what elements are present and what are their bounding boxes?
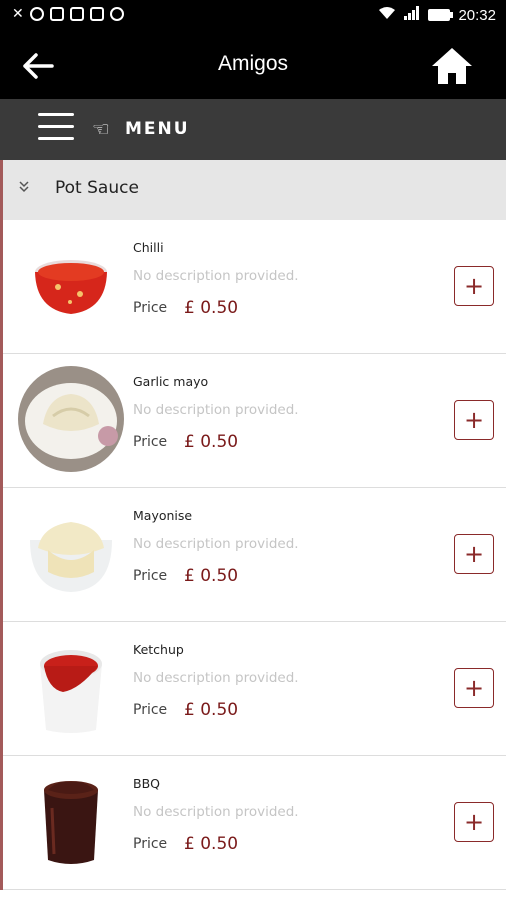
item-image-bbq (18, 768, 124, 874)
add-to-cart-button[interactable]: + (454, 400, 494, 440)
item-description: No description provided. (133, 402, 299, 418)
add-to-cart-button[interactable]: + (454, 266, 494, 306)
item-description: No description provided. (133, 804, 299, 820)
menu-item-list: Chilli No description provided. Price £ … (0, 220, 506, 890)
chevron-double-down-icon (19, 181, 29, 197)
price-label: Price (133, 300, 168, 316)
list-item: Chilli No description provided. Price £ … (3, 220, 506, 354)
item-description: No description provided. (133, 268, 299, 284)
list-item: BBQ No description provided. Price £ 0.5… (3, 756, 506, 890)
price-value: £ 0.50 (184, 566, 239, 586)
message-icon (49, 7, 64, 21)
plus-icon: + (463, 674, 485, 702)
item-name: Mayonise (133, 508, 193, 523)
item-description: No description provided. (133, 536, 299, 552)
home-button[interactable] (430, 46, 474, 86)
pointing-hand-icon: ☜ (92, 117, 110, 141)
price-label: Price (133, 568, 168, 584)
status-bar: ✕ 20:32 (0, 0, 506, 32)
hamburger-menu-button[interactable] (38, 113, 74, 143)
add-to-cart-button[interactable]: + (454, 668, 494, 708)
item-name: Ketchup (133, 642, 184, 657)
list-item: Ketchup No description provided. Price £… (3, 622, 506, 756)
price-value: £ 0.50 (184, 834, 239, 854)
item-image-chilli (18, 232, 124, 338)
signal-icon (404, 6, 420, 24)
mail-icon (69, 7, 84, 21)
plus-icon: + (463, 540, 485, 568)
price-value: £ 0.50 (184, 700, 239, 720)
price-label: Price (133, 702, 168, 718)
plus-icon: + (463, 406, 485, 434)
notification-icons: ✕ (12, 6, 124, 22)
menu-label[interactable]: MENU (125, 119, 190, 139)
item-name: BBQ (133, 776, 160, 791)
price-value: £ 0.50 (184, 298, 239, 318)
plus-icon: + (463, 808, 485, 836)
price-label: Price (133, 434, 168, 450)
missed-call-icon: ✕ (12, 6, 24, 22)
add-to-cart-button[interactable]: + (454, 802, 494, 842)
list-item: Garlic mayo No description provided. Pri… (3, 354, 506, 488)
price-value: £ 0.50 (184, 432, 239, 452)
menu-bar: ☜ MENU (0, 99, 506, 160)
home-icon (432, 48, 472, 84)
item-image-garlic-mayo (18, 366, 124, 472)
item-image-mayonise (18, 500, 124, 606)
plus-icon: + (463, 272, 485, 300)
price-label: Price (133, 836, 168, 852)
image-icon (89, 7, 104, 21)
status-time: 20:32 (458, 6, 496, 24)
item-description: No description provided. (133, 670, 299, 686)
battery-icon (428, 9, 454, 21)
item-image-ketchup (18, 634, 124, 740)
list-item: Mayonise No description provided. Price … (3, 488, 506, 622)
item-name: Chilli (133, 240, 164, 255)
add-to-cart-button[interactable]: + (454, 534, 494, 574)
wifi-icon (378, 6, 396, 24)
whatsapp-icon (29, 7, 44, 21)
category-label: Pot Sauce (55, 178, 139, 198)
app-header: Amigos (0, 32, 506, 99)
category-header[interactable]: Pot Sauce (0, 160, 506, 220)
do-not-disturb-icon (109, 7, 124, 21)
item-name: Garlic mayo (133, 374, 209, 389)
